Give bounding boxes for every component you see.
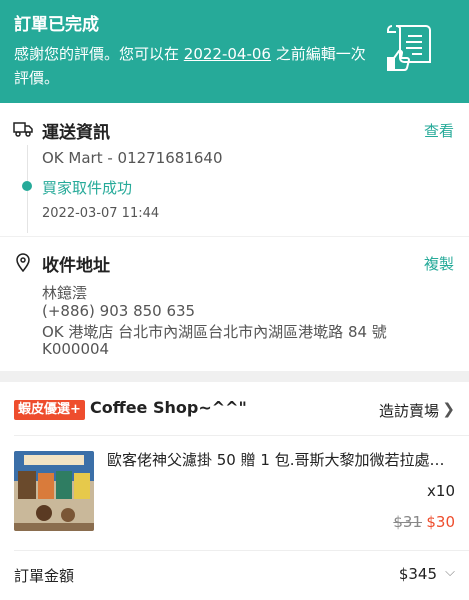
order-total-value[interactable]: $345 <box>399 565 437 583</box>
order-total-label: 訂單金額 <box>14 567 75 585</box>
carrier-tracking: OK Mart - 01271681640 <box>42 149 223 167</box>
shop-name[interactable]: Coffee Shop~^^" <box>90 398 247 417</box>
copy-address-button[interactable]: 複製 <box>424 253 454 274</box>
review-document-icon <box>387 24 431 71</box>
banner-message: 感謝您的評價。您可以在 2022-04-06 之前編輯一次評價。 <box>14 42 374 90</box>
order-complete-banner: 訂單已完成 感謝您的評價。您可以在 2022-04-06 之前編輯一次評價。 <box>0 0 469 103</box>
preferred-plus-badge: 蝦皮優選+ <box>14 400 85 420</box>
truck-icon <box>13 122 33 137</box>
banner-title: 訂單已完成 <box>14 15 99 35</box>
order-items-section: 蝦皮優選+ Coffee Shop~^^" 造訪賣場 ❯ 歐客佬神父濾掛 50 … <box>0 382 469 600</box>
view-shipping-link[interactable]: 查看 <box>424 120 454 141</box>
address-line-2: K000004 <box>42 340 110 358</box>
product-name[interactable]: 歐客佬神父濾掛 50 贈 1 包.哥斯大黎加微若拉處理廠 <box>107 449 455 470</box>
review-deadline-date: 2022-04-06 <box>183 45 271 63</box>
shipping-title: 運送資訊 <box>42 123 110 143</box>
delivery-time: 2022-03-07 11:44 <box>42 206 160 221</box>
timeline-dot <box>22 181 32 191</box>
original-price: $31 <box>393 513 422 531</box>
divider <box>14 435 469 436</box>
divider <box>14 550 469 551</box>
chevron-down-icon[interactable]: ⌵ <box>445 565 455 580</box>
visit-shop-button[interactable]: 造訪賣場 <box>379 400 439 421</box>
address-line-1: OK 港墘店 台北市內湖區台北市內湖區港墘路 84 號 <box>42 323 387 341</box>
product-thumbnail[interactable] <box>14 451 94 531</box>
location-pin-icon <box>16 253 30 272</box>
shipping-info-section: 運送資訊 查看 OK Mart - 01271681640 買家取件成功 202… <box>0 103 469 236</box>
shipping-address-section: 收件地址 複製 林鐿澐 (+886) 903 850 635 OK 港墘店 台北… <box>0 237 469 371</box>
chevron-right-icon[interactable]: ❯ <box>442 400 455 418</box>
product-quantity: x10 <box>427 482 455 500</box>
delivery-status: 買家取件成功 <box>42 179 133 197</box>
recipient-name: 林鐿澐 <box>42 284 88 302</box>
address-title: 收件地址 <box>42 256 110 276</box>
recipient-phone: (+886) 903 850 635 <box>42 302 196 320</box>
sale-price: $30 <box>426 513 455 531</box>
banner-message-start: 感謝您的評價。您可以在 <box>14 45 184 63</box>
